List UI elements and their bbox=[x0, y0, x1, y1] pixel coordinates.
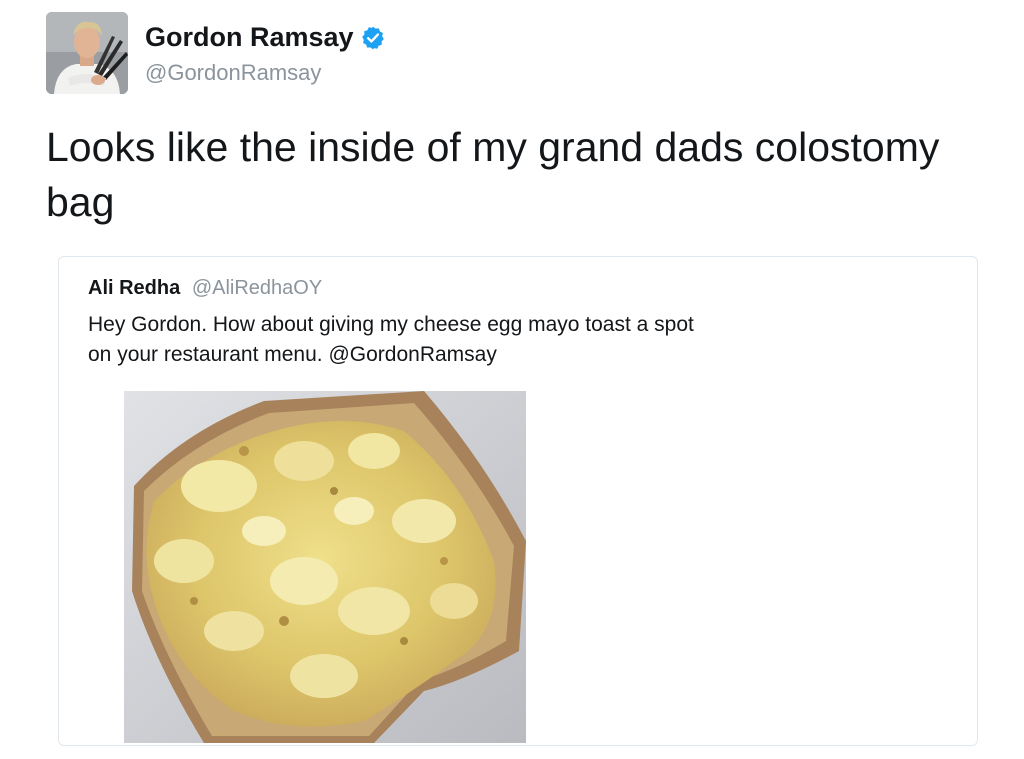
verified-badge-icon bbox=[360, 25, 386, 51]
author-handle[interactable]: @GordonRamsay bbox=[145, 60, 321, 86]
quoted-tweet-header: Ali Redha @AliRedhaOY bbox=[88, 277, 322, 300]
quoted-tweet-text-line: on your restaurant menu. @GordonRamsay bbox=[88, 343, 497, 366]
quoted-tweet-text-line: Hey Gordon. How about giving my cheese e… bbox=[88, 313, 694, 336]
avatar-photo bbox=[46, 12, 128, 94]
quoted-author-name[interactable]: Ali Redha bbox=[88, 277, 180, 299]
author-display-name[interactable]: Gordon Ramsay bbox=[145, 22, 354, 53]
tweet-text: Looks like the inside of my grand dads c… bbox=[46, 124, 940, 225]
quoted-tweet-text: Hey Gordon. How about giving my cheese e… bbox=[88, 310, 808, 370]
author-display-name-row[interactable]: Gordon Ramsay bbox=[145, 22, 386, 53]
quoted-tweet-card[interactable]: Ali Redha @AliRedhaOY Hey Gordon. How ab… bbox=[58, 256, 978, 746]
author-avatar[interactable] bbox=[46, 12, 128, 94]
food-photo[interactable] bbox=[124, 391, 526, 743]
quoted-author-handle[interactable]: @AliRedhaOY bbox=[192, 277, 322, 299]
cheese-egg-toast-photo bbox=[124, 391, 526, 743]
